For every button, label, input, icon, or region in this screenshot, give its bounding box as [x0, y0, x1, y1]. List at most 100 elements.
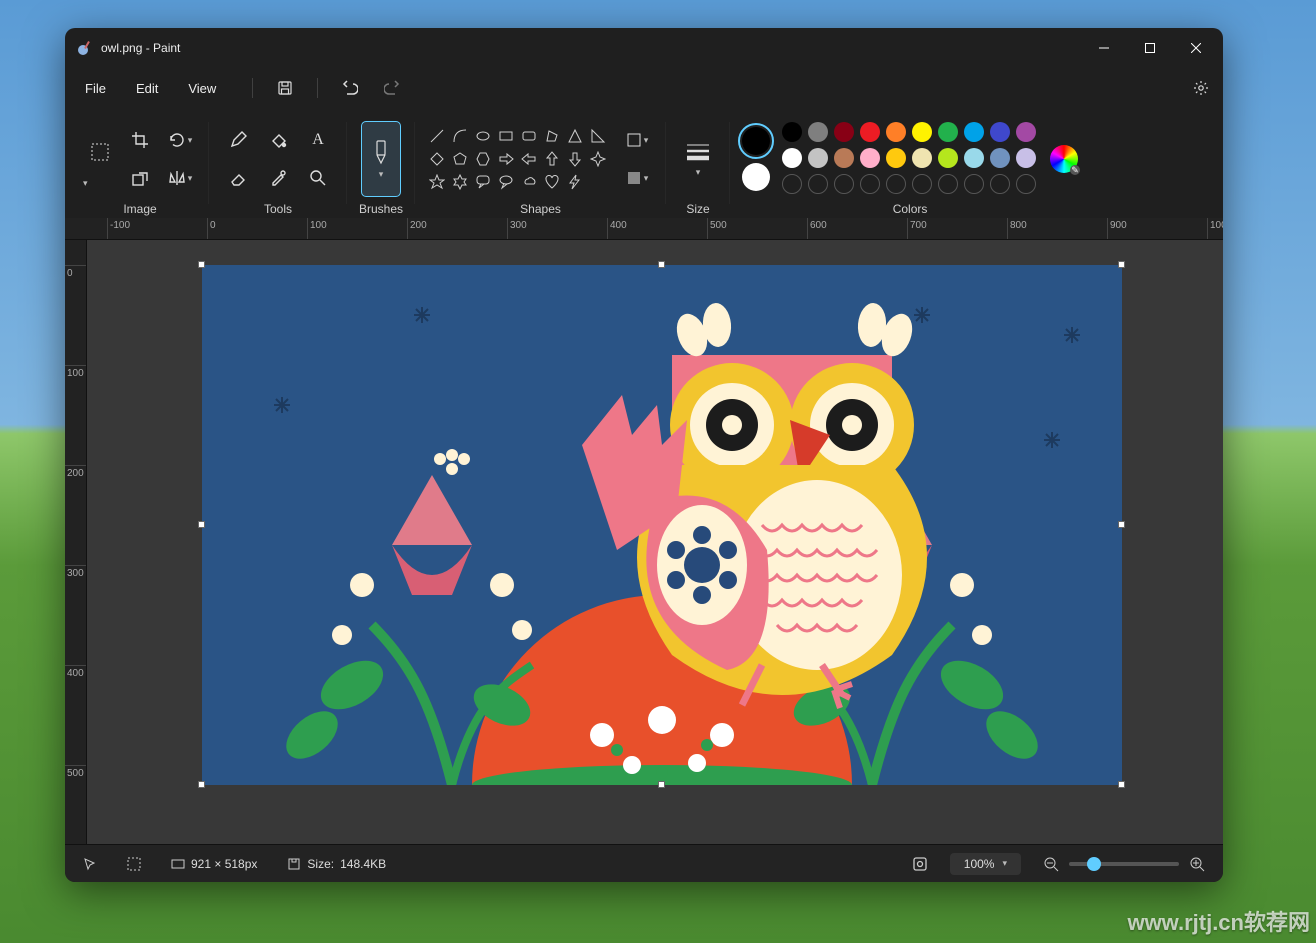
color-swatch[interactable]	[834, 148, 854, 168]
color2-swatch[interactable]	[742, 163, 770, 191]
color-swatch[interactable]	[938, 122, 958, 142]
maximize-button[interactable]	[1127, 28, 1173, 68]
resize-handle-se[interactable]	[1118, 781, 1125, 788]
color-swatch[interactable]	[1016, 122, 1036, 142]
shape-outline-dropdown[interactable]: ▾	[620, 123, 654, 157]
fill-tool[interactable]	[261, 123, 295, 157]
shape-callout-rounded[interactable]	[473, 172, 493, 192]
color-swatch[interactable]	[964, 148, 984, 168]
save-button[interactable]	[269, 72, 301, 104]
chevron-down-icon[interactable]: ▾	[83, 178, 117, 189]
redo-button[interactable]	[376, 72, 408, 104]
color-swatch[interactable]	[782, 148, 802, 168]
magnifier-tool[interactable]	[301, 161, 335, 195]
color-swatch[interactable]	[860, 148, 880, 168]
shape-fill-dropdown[interactable]: ▾	[620, 161, 654, 195]
shape-arrow-left[interactable]	[519, 149, 539, 169]
shape-line[interactable]	[427, 126, 447, 146]
shape-callout-oval[interactable]	[496, 172, 516, 192]
color-swatch[interactable]	[964, 122, 984, 142]
color-swatch[interactable]	[782, 122, 802, 142]
menu-file[interactable]: File	[71, 75, 120, 102]
resize-handle-nw[interactable]	[198, 261, 205, 268]
shape-star6[interactable]	[450, 172, 470, 192]
custom-color-slot[interactable]	[1016, 174, 1036, 194]
shape-lightning[interactable]	[565, 172, 585, 192]
custom-color-slot[interactable]	[912, 174, 932, 194]
color-swatch[interactable]	[834, 122, 854, 142]
shape-star4[interactable]	[588, 149, 608, 169]
canvas[interactable]	[202, 265, 1122, 785]
resize-handle-n[interactable]	[658, 261, 665, 268]
zoom-level-dropdown[interactable]: 100% ▾	[950, 853, 1021, 875]
color-swatch[interactable]	[808, 148, 828, 168]
canvas-viewport[interactable]	[87, 240, 1223, 844]
menu-view[interactable]: View	[174, 75, 230, 102]
custom-color-slot[interactable]	[860, 174, 880, 194]
edit-colors-button[interactable]: ✎	[1050, 145, 1078, 173]
shape-pentagon[interactable]	[450, 149, 470, 169]
custom-color-slot[interactable]	[808, 174, 828, 194]
brush-tool[interactable]: ▾	[361, 121, 401, 197]
undo-button[interactable]	[334, 72, 366, 104]
shape-hexagon[interactable]	[473, 149, 493, 169]
vertical-ruler: 0100200300400500	[65, 240, 87, 844]
color-palette	[782, 122, 1038, 196]
text-tool[interactable]: A	[301, 123, 335, 157]
shape-curve[interactable]	[450, 126, 470, 146]
select-tool[interactable]	[83, 130, 117, 174]
color-swatch[interactable]	[990, 122, 1010, 142]
size-dropdown[interactable]: ▾	[678, 121, 718, 197]
shape-right-triangle[interactable]	[588, 126, 608, 146]
settings-button[interactable]	[1185, 72, 1217, 104]
shape-arrow-up[interactable]	[542, 149, 562, 169]
resize-handle-ne[interactable]	[1118, 261, 1125, 268]
color-swatch[interactable]	[808, 122, 828, 142]
shape-rounded-rectangle[interactable]	[519, 126, 539, 146]
shapes-gallery[interactable]	[427, 126, 608, 192]
shape-callout-cloud[interactable]	[519, 172, 539, 192]
color-swatch[interactable]	[886, 148, 906, 168]
custom-color-slot[interactable]	[782, 174, 802, 194]
shape-heart[interactable]	[542, 172, 562, 192]
shape-star5[interactable]	[427, 172, 447, 192]
custom-color-slot[interactable]	[964, 174, 984, 194]
zoom-out-button[interactable]	[1043, 856, 1059, 872]
pencil-tool[interactable]	[221, 123, 255, 157]
shape-triangle[interactable]	[565, 126, 585, 146]
color-swatch[interactable]	[990, 148, 1010, 168]
zoom-in-button[interactable]	[1189, 856, 1205, 872]
resize-handle-s[interactable]	[658, 781, 665, 788]
color-swatch[interactable]	[912, 122, 932, 142]
color1-swatch[interactable]	[742, 127, 770, 155]
shape-oval[interactable]	[473, 126, 493, 146]
color-picker-tool[interactable]	[261, 161, 295, 195]
custom-color-slot[interactable]	[886, 174, 906, 194]
custom-color-slot[interactable]	[938, 174, 958, 194]
zoom-slider[interactable]	[1069, 862, 1179, 866]
eraser-tool[interactable]	[221, 161, 255, 195]
color-swatch[interactable]	[860, 122, 880, 142]
shape-diamond[interactable]	[427, 149, 447, 169]
fit-to-window-button[interactable]	[904, 856, 936, 872]
shape-arrow-right[interactable]	[496, 149, 516, 169]
resize-tool[interactable]	[123, 161, 157, 195]
color-swatch[interactable]	[1016, 148, 1036, 168]
color-swatch[interactable]	[912, 148, 932, 168]
color-swatch[interactable]	[938, 148, 958, 168]
color-swatch[interactable]	[886, 122, 906, 142]
crop-tool[interactable]	[123, 123, 157, 157]
minimize-button[interactable]	[1081, 28, 1127, 68]
rotate-tool[interactable]: ▾	[163, 123, 197, 157]
resize-handle-sw[interactable]	[198, 781, 205, 788]
custom-color-slot[interactable]	[834, 174, 854, 194]
shape-polygon[interactable]	[542, 126, 562, 146]
custom-color-slot[interactable]	[990, 174, 1010, 194]
shape-rectangle[interactable]	[496, 126, 516, 146]
close-button[interactable]	[1173, 28, 1219, 68]
resize-handle-w[interactable]	[198, 521, 205, 528]
resize-handle-e[interactable]	[1118, 521, 1125, 528]
shape-arrow-down[interactable]	[565, 149, 585, 169]
menu-edit[interactable]: Edit	[122, 75, 172, 102]
flip-tool[interactable]: ▾	[163, 161, 197, 195]
